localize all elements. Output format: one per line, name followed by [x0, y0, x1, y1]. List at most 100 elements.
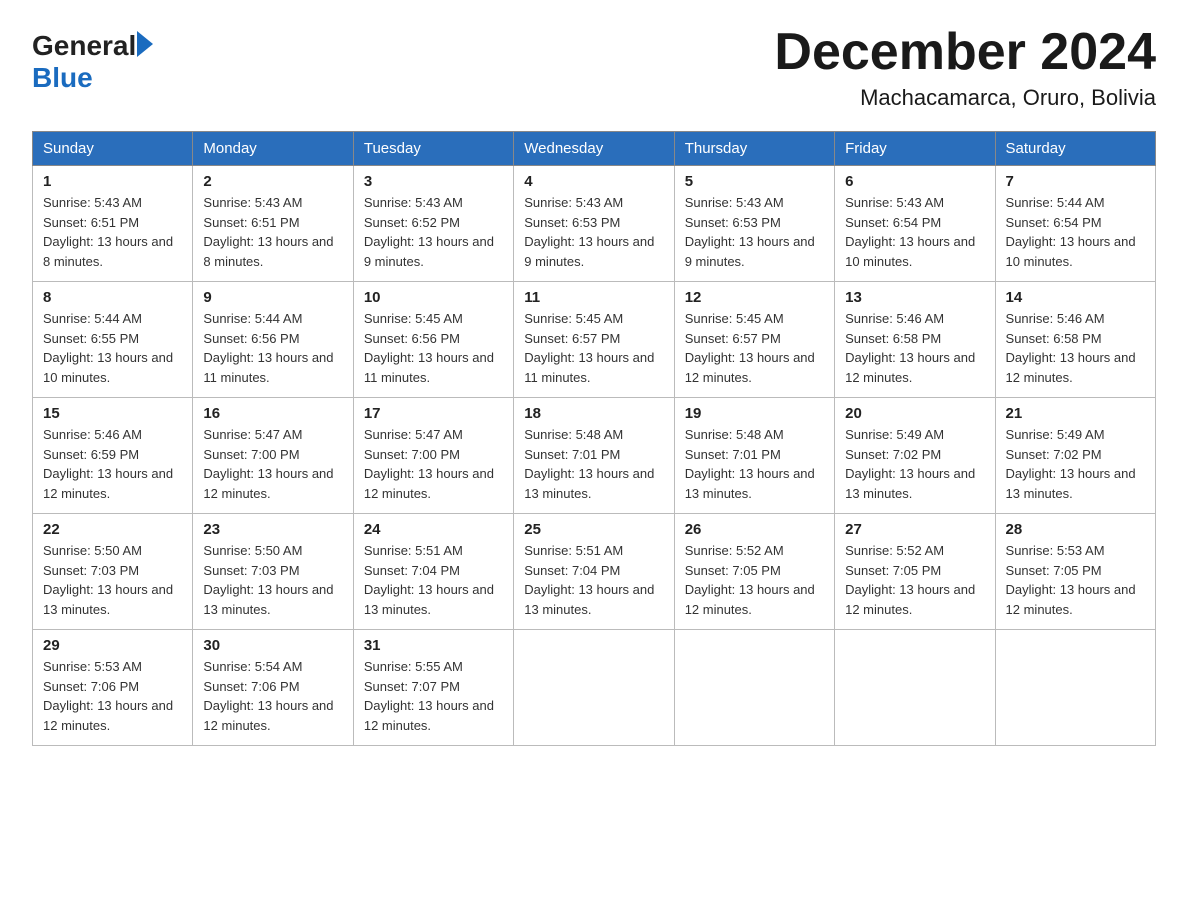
day-info: Sunrise: 5:50 AMSunset: 7:03 PMDaylight:… — [43, 543, 173, 617]
day-number: 2 — [203, 173, 342, 190]
day-info: Sunrise: 5:53 AMSunset: 7:06 PMDaylight:… — [43, 659, 173, 733]
day-number: 12 — [685, 289, 824, 306]
calendar-cell: 14 Sunrise: 5:46 AMSunset: 6:58 PMDaylig… — [995, 282, 1155, 398]
calendar-cell: 16 Sunrise: 5:47 AMSunset: 7:00 PMDaylig… — [193, 398, 353, 514]
day-number: 9 — [203, 289, 342, 306]
calendar-cell: 17 Sunrise: 5:47 AMSunset: 7:00 PMDaylig… — [353, 398, 513, 514]
page-header: General Blue December 2024 Machacamarca,… — [32, 24, 1156, 111]
day-number: 26 — [685, 521, 824, 538]
calendar-cell: 5 Sunrise: 5:43 AMSunset: 6:53 PMDayligh… — [674, 166, 834, 282]
day-number: 5 — [685, 173, 824, 190]
day-number: 21 — [1006, 405, 1145, 422]
calendar-cell: 8 Sunrise: 5:44 AMSunset: 6:55 PMDayligh… — [33, 282, 193, 398]
day-info: Sunrise: 5:45 AMSunset: 6:56 PMDaylight:… — [364, 311, 494, 385]
day-info: Sunrise: 5:48 AMSunset: 7:01 PMDaylight:… — [524, 427, 654, 501]
day-info: Sunrise: 5:43 AMSunset: 6:51 PMDaylight:… — [43, 195, 173, 269]
day-number: 1 — [43, 173, 182, 190]
calendar-cell: 24 Sunrise: 5:51 AMSunset: 7:04 PMDaylig… — [353, 514, 513, 630]
day-number: 29 — [43, 637, 182, 654]
day-info: Sunrise: 5:43 AMSunset: 6:51 PMDaylight:… — [203, 195, 333, 269]
calendar-cell: 12 Sunrise: 5:45 AMSunset: 6:57 PMDaylig… — [674, 282, 834, 398]
day-info: Sunrise: 5:49 AMSunset: 7:02 PMDaylight:… — [1006, 427, 1136, 501]
calendar-cell — [514, 630, 674, 746]
calendar-cell: 31 Sunrise: 5:55 AMSunset: 7:07 PMDaylig… — [353, 630, 513, 746]
calendar-cell: 25 Sunrise: 5:51 AMSunset: 7:04 PMDaylig… — [514, 514, 674, 630]
day-number: 14 — [1006, 289, 1145, 306]
calendar-cell: 7 Sunrise: 5:44 AMSunset: 6:54 PMDayligh… — [995, 166, 1155, 282]
calendar-cell: 18 Sunrise: 5:48 AMSunset: 7:01 PMDaylig… — [514, 398, 674, 514]
day-number: 31 — [364, 637, 503, 654]
weekday-header-friday: Friday — [835, 132, 995, 166]
day-number: 22 — [43, 521, 182, 538]
day-info: Sunrise: 5:47 AMSunset: 7:00 PMDaylight:… — [364, 427, 494, 501]
calendar-cell: 22 Sunrise: 5:50 AMSunset: 7:03 PMDaylig… — [33, 514, 193, 630]
calendar-cell — [674, 630, 834, 746]
weekday-header-wednesday: Wednesday — [514, 132, 674, 166]
calendar-cell: 2 Sunrise: 5:43 AMSunset: 6:51 PMDayligh… — [193, 166, 353, 282]
weekday-header-sunday: Sunday — [33, 132, 193, 166]
day-info: Sunrise: 5:46 AMSunset: 6:58 PMDaylight:… — [845, 311, 975, 385]
calendar-cell: 6 Sunrise: 5:43 AMSunset: 6:54 PMDayligh… — [835, 166, 995, 282]
weekday-header-monday: Monday — [193, 132, 353, 166]
calendar-cell: 1 Sunrise: 5:43 AMSunset: 6:51 PMDayligh… — [33, 166, 193, 282]
week-row-2: 8 Sunrise: 5:44 AMSunset: 6:55 PMDayligh… — [33, 282, 1156, 398]
day-number: 25 — [524, 521, 663, 538]
day-info: Sunrise: 5:51 AMSunset: 7:04 PMDaylight:… — [524, 543, 654, 617]
day-number: 27 — [845, 521, 984, 538]
day-info: Sunrise: 5:52 AMSunset: 7:05 PMDaylight:… — [685, 543, 815, 617]
calendar-cell: 13 Sunrise: 5:46 AMSunset: 6:58 PMDaylig… — [835, 282, 995, 398]
day-number: 24 — [364, 521, 503, 538]
month-title: December 2024 — [774, 24, 1156, 81]
day-number: 10 — [364, 289, 503, 306]
day-info: Sunrise: 5:46 AMSunset: 6:58 PMDaylight:… — [1006, 311, 1136, 385]
day-number: 13 — [845, 289, 984, 306]
logo-general-text: General — [32, 30, 136, 62]
day-number: 20 — [845, 405, 984, 422]
day-info: Sunrise: 5:54 AMSunset: 7:06 PMDaylight:… — [203, 659, 333, 733]
calendar-cell: 30 Sunrise: 5:54 AMSunset: 7:06 PMDaylig… — [193, 630, 353, 746]
calendar-table: SundayMondayTuesdayWednesdayThursdayFrid… — [32, 131, 1156, 746]
logo-blue-text: Blue — [32, 62, 93, 93]
weekday-header-row: SundayMondayTuesdayWednesdayThursdayFrid… — [33, 132, 1156, 166]
day-info: Sunrise: 5:44 AMSunset: 6:55 PMDaylight:… — [43, 311, 173, 385]
day-number: 30 — [203, 637, 342, 654]
day-number: 16 — [203, 405, 342, 422]
day-number: 15 — [43, 405, 182, 422]
week-row-1: 1 Sunrise: 5:43 AMSunset: 6:51 PMDayligh… — [33, 166, 1156, 282]
day-info: Sunrise: 5:43 AMSunset: 6:52 PMDaylight:… — [364, 195, 494, 269]
day-info: Sunrise: 5:44 AMSunset: 6:56 PMDaylight:… — [203, 311, 333, 385]
day-info: Sunrise: 5:46 AMSunset: 6:59 PMDaylight:… — [43, 427, 173, 501]
day-number: 8 — [43, 289, 182, 306]
day-info: Sunrise: 5:45 AMSunset: 6:57 PMDaylight:… — [685, 311, 815, 385]
weekday-header-saturday: Saturday — [995, 132, 1155, 166]
title-area: December 2024 Machacamarca, Oruro, Boliv… — [774, 24, 1156, 111]
calendar-cell: 26 Sunrise: 5:52 AMSunset: 7:05 PMDaylig… — [674, 514, 834, 630]
day-info: Sunrise: 5:51 AMSunset: 7:04 PMDaylight:… — [364, 543, 494, 617]
weekday-header-tuesday: Tuesday — [353, 132, 513, 166]
day-number: 18 — [524, 405, 663, 422]
location-title: Machacamarca, Oruro, Bolivia — [774, 85, 1156, 111]
calendar-cell: 3 Sunrise: 5:43 AMSunset: 6:52 PMDayligh… — [353, 166, 513, 282]
day-info: Sunrise: 5:43 AMSunset: 6:53 PMDaylight:… — [524, 195, 654, 269]
calendar-cell: 4 Sunrise: 5:43 AMSunset: 6:53 PMDayligh… — [514, 166, 674, 282]
day-number: 7 — [1006, 173, 1145, 190]
calendar-cell: 10 Sunrise: 5:45 AMSunset: 6:56 PMDaylig… — [353, 282, 513, 398]
calendar-cell: 20 Sunrise: 5:49 AMSunset: 7:02 PMDaylig… — [835, 398, 995, 514]
calendar-cell: 15 Sunrise: 5:46 AMSunset: 6:59 PMDaylig… — [33, 398, 193, 514]
week-row-3: 15 Sunrise: 5:46 AMSunset: 6:59 PMDaylig… — [33, 398, 1156, 514]
week-row-4: 22 Sunrise: 5:50 AMSunset: 7:03 PMDaylig… — [33, 514, 1156, 630]
day-number: 11 — [524, 289, 663, 306]
day-info: Sunrise: 5:53 AMSunset: 7:05 PMDaylight:… — [1006, 543, 1136, 617]
day-info: Sunrise: 5:44 AMSunset: 6:54 PMDaylight:… — [1006, 195, 1136, 269]
calendar-cell — [835, 630, 995, 746]
day-info: Sunrise: 5:49 AMSunset: 7:02 PMDaylight:… — [845, 427, 975, 501]
calendar-cell: 9 Sunrise: 5:44 AMSunset: 6:56 PMDayligh… — [193, 282, 353, 398]
day-number: 6 — [845, 173, 984, 190]
calendar-cell: 19 Sunrise: 5:48 AMSunset: 7:01 PMDaylig… — [674, 398, 834, 514]
calendar-cell: 23 Sunrise: 5:50 AMSunset: 7:03 PMDaylig… — [193, 514, 353, 630]
calendar-cell — [995, 630, 1155, 746]
logo-chevron-icon — [137, 31, 153, 57]
day-info: Sunrise: 5:50 AMSunset: 7:03 PMDaylight:… — [203, 543, 333, 617]
calendar-cell: 21 Sunrise: 5:49 AMSunset: 7:02 PMDaylig… — [995, 398, 1155, 514]
day-info: Sunrise: 5:43 AMSunset: 6:53 PMDaylight:… — [685, 195, 815, 269]
